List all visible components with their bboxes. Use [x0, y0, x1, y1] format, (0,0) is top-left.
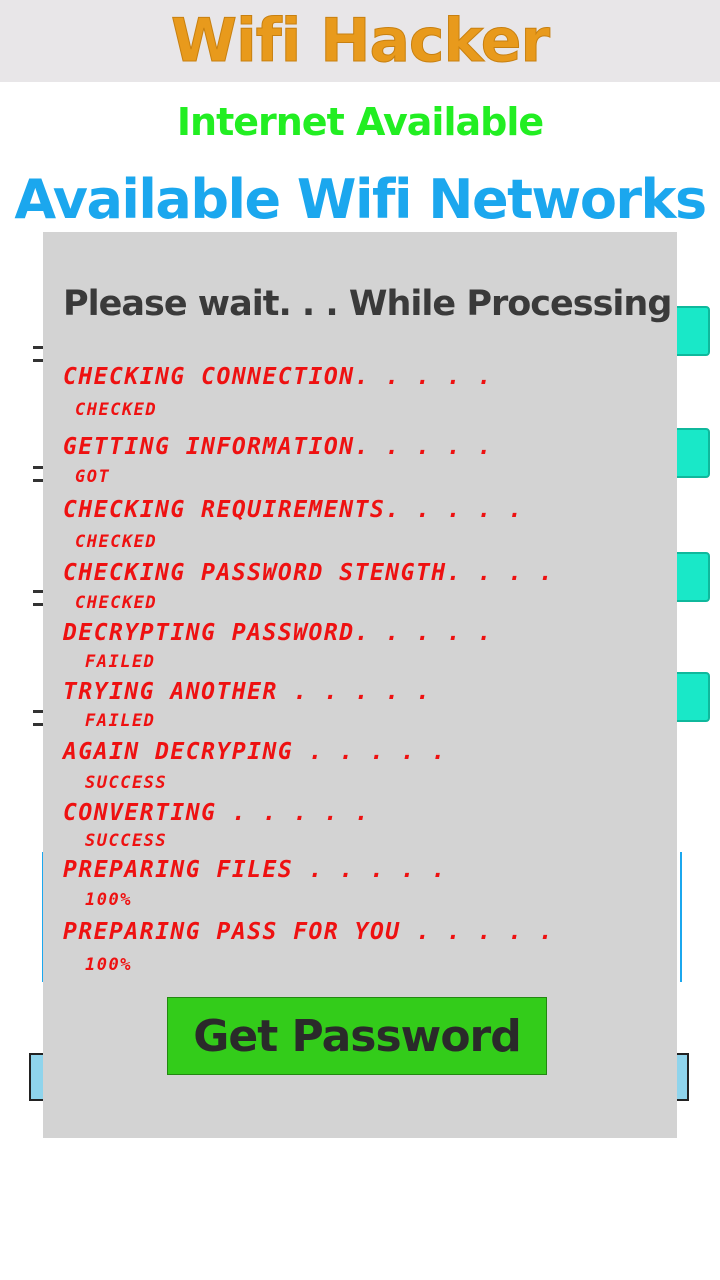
- internet-status: Internet Available: [176, 100, 544, 144]
- step-label: Again decryping . . . . .: [63, 739, 447, 765]
- step-label: Converting . . . . .: [63, 800, 370, 826]
- step-label: Getting information. . . . .: [63, 434, 493, 460]
- network-item-4-initial[interactable]: [27, 660, 41, 706]
- step-status: 100%: [85, 890, 132, 910]
- step-label: Trying another . . . . .: [63, 679, 432, 705]
- app-header: Wifi Hacker: [0, 0, 720, 82]
- step-label: Preparing files . . . . .: [63, 857, 447, 883]
- step-status: failed: [85, 652, 156, 672]
- step-status: checked: [75, 532, 158, 552]
- network-item-3-initial[interactable]: [27, 540, 41, 586]
- networks-heading: Available Wifi Networks: [14, 168, 707, 231]
- step-status: success: [85, 831, 168, 851]
- get-password-button[interactable]: Get Password: [167, 997, 547, 1075]
- step-label: Decrypting password. . . . .: [63, 620, 493, 646]
- step-label: Checking requirements. . . . .: [63, 497, 524, 523]
- step-status: got: [75, 467, 111, 487]
- step-status: 100%: [85, 955, 132, 975]
- dialog-title: Please wait. . . While Processing: [63, 284, 672, 324]
- step-label: Preparing pass for you . . . . .: [63, 919, 555, 945]
- network-item-1-initial[interactable]: [27, 290, 41, 336]
- background-red-text-left: [30, 1010, 44, 1036]
- step-label: Checking password stength. . . .: [63, 560, 555, 586]
- app-title: Wifi Hacker: [170, 6, 550, 77]
- step-status: failed: [85, 711, 156, 731]
- step-status: success: [85, 773, 168, 793]
- step-label: Checking connection. . . . .: [63, 364, 493, 390]
- processing-dialog: Please wait. . . While Processing Checki…: [43, 232, 677, 1138]
- step-status: checked: [75, 593, 158, 613]
- network-item-2-initial[interactable]: [27, 420, 41, 466]
- step-status: checked: [75, 400, 158, 420]
